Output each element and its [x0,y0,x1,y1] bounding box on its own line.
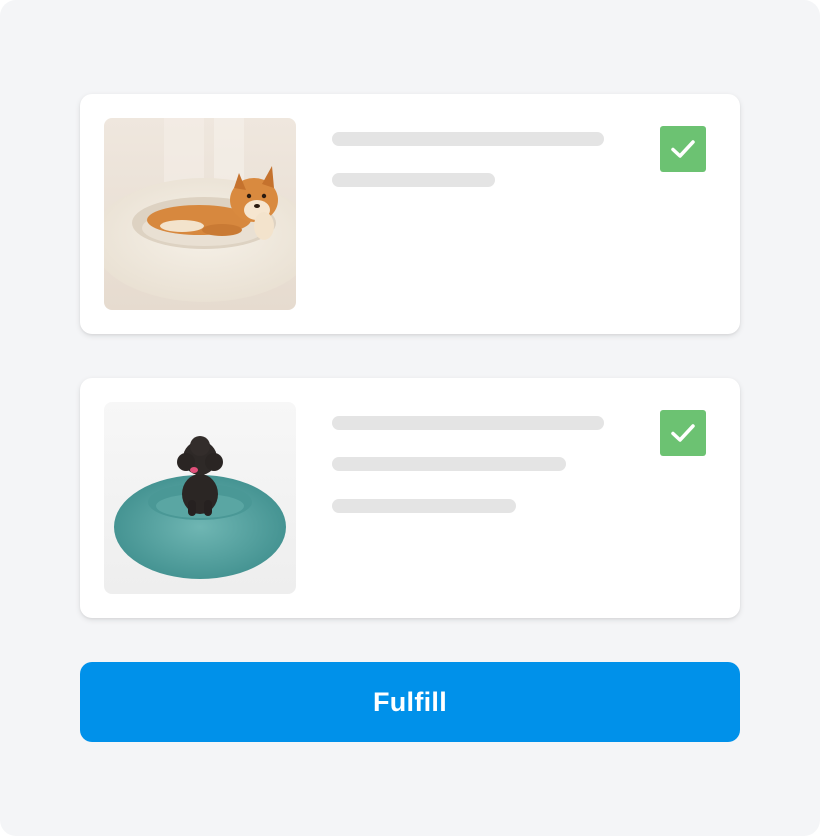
order-panel: Fulfill [0,0,820,836]
item-checkbox[interactable] [660,410,706,456]
placeholder-line [332,499,516,513]
line-item-card [80,94,740,334]
placeholder-line [332,416,604,430]
fulfill-button[interactable]: Fulfill [80,662,740,742]
product-image-shiba-bed [104,118,296,310]
product-image-poodle-bed [104,402,296,594]
item-checkbox[interactable] [660,126,706,172]
placeholder-line [332,457,566,471]
line-item-card [80,378,740,618]
placeholder-line [332,173,495,187]
placeholder-line [332,132,604,146]
checkmark-icon [671,424,695,442]
checkmark-icon [671,140,695,158]
